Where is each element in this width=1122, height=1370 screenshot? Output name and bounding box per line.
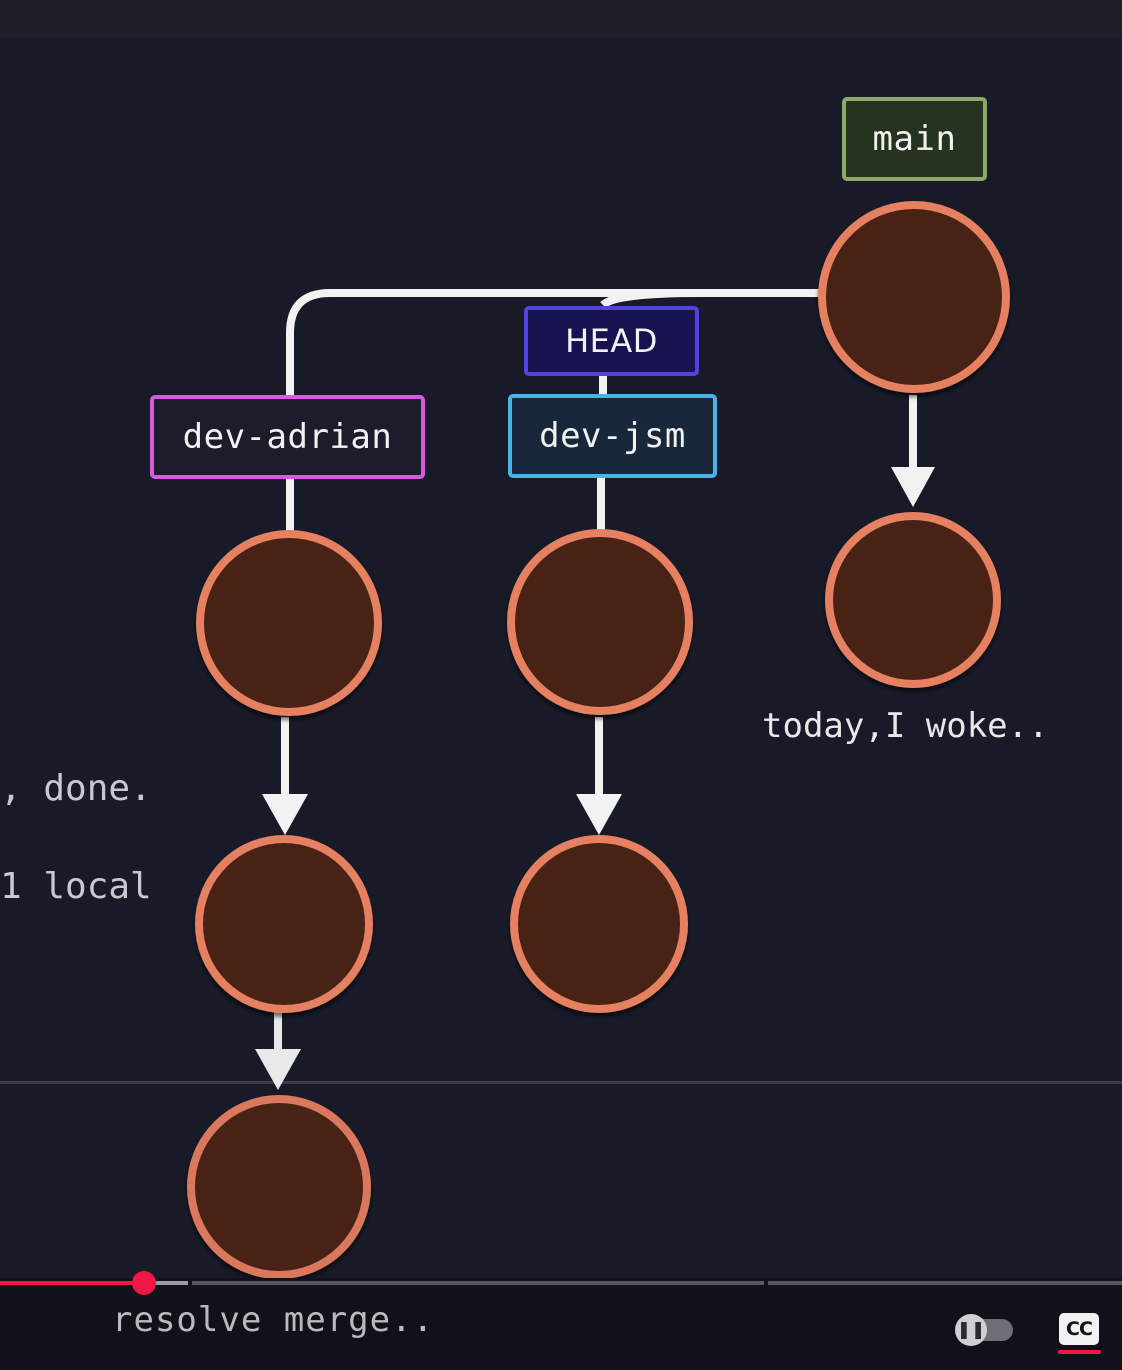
cc-label: CC (1066, 1318, 1093, 1340)
commit-message: today,I woke.. (762, 706, 1049, 746)
arrow-dev-jsm (576, 717, 622, 835)
pause-icon: ❚❚ (955, 1314, 987, 1346)
arrow-main (891, 395, 935, 507)
chapter-marker (764, 1280, 768, 1286)
edge-main-to-dev-jsm (600, 289, 701, 309)
arrow-dev-adrian-2 (255, 1012, 301, 1090)
video-frame: , done. 1 local main HEAD dev-adrian dev… (0, 0, 1122, 1370)
commit-node-dev-adrian-1 (196, 530, 382, 716)
captions-on-indicator (1058, 1350, 1101, 1354)
branch-label-main: main (842, 97, 987, 181)
arrow-dev-adrian-1 (262, 717, 308, 835)
branch-label-dev-jsm: dev-jsm (508, 394, 717, 478)
git-graph (187, 201, 1010, 1278)
progress-scrubber-handle[interactable] (131, 1271, 156, 1295)
autoplay-toggle[interactable]: ❚❚ (955, 1314, 1015, 1346)
head-pointer-label: HEAD (524, 306, 699, 376)
commit-node-main-2 (825, 512, 1001, 688)
commit-node-dev-jsm-1 (507, 529, 693, 715)
commit-node-dev-adrian-3 (187, 1095, 371, 1278)
chapter-caption: resolve merge.. (112, 1300, 435, 1340)
chapter-marker (188, 1280, 192, 1286)
commit-node-main-head (818, 201, 1010, 393)
progress-played (0, 1281, 144, 1285)
cc-icon: CC (1059, 1313, 1099, 1345)
commit-node-dev-jsm-2 (510, 835, 688, 1013)
commit-node-dev-adrian-2 (195, 835, 373, 1013)
captions-button[interactable]: CC (1058, 1312, 1102, 1356)
branch-label-dev-adrian: dev-adrian (150, 395, 425, 479)
